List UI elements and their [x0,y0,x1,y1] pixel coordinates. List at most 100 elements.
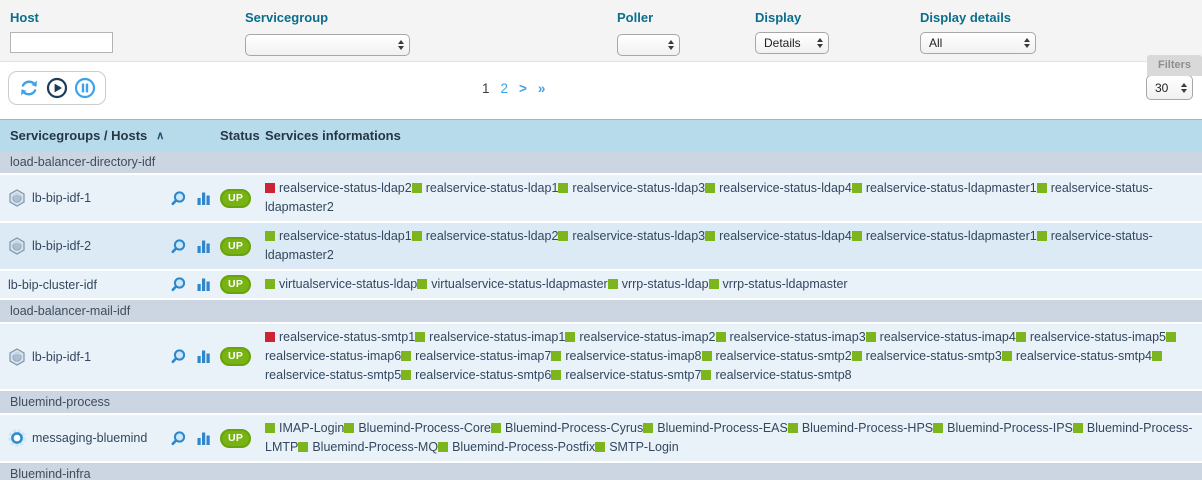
status-badge: UP [220,275,251,294]
service-status-square [643,423,653,433]
service-status-square [788,423,798,433]
display-label: Display [755,10,829,25]
host-name[interactable]: lb-bip-idf-2 [32,239,91,253]
poller-select[interactable] [617,34,680,56]
servicegroup-row[interactable]: load-balancer-mail-idf [0,300,1202,324]
service-item[interactable]: realservice-status-ldap3 [558,181,705,195]
service-item[interactable]: realservice-status-imap1 [415,330,565,344]
service-status-square [852,351,862,361]
service-item[interactable]: virtualservice-status-ldapmaster [417,277,607,291]
select-arrows-icon [668,40,674,50]
service-item[interactable]: Bluemind-Process-Postfix [438,440,595,454]
host-filter: Host [10,10,113,53]
service-item[interactable]: realservice-status-imap7 [401,349,551,363]
view-graphs-button[interactable] [195,348,212,365]
service-status-square [705,183,715,193]
page-current[interactable]: 1 [482,81,490,96]
service-status-square [595,442,605,452]
poller-label: Poller [617,10,680,25]
service-item[interactable]: realservice-status-imap2 [565,330,715,344]
play-button[interactable] [46,77,68,99]
service-item[interactable]: realservice-status-ldap2 [412,229,559,243]
service-item[interactable]: realservice-status-ldap4 [705,229,852,243]
services-cell: virtualservice-status-ldapvirtualservice… [265,271,1202,298]
host-status-cell: UP [220,189,265,208]
page-link-2[interactable]: 2 [501,81,509,96]
service-item[interactable]: Bluemind-Process-IPS [933,421,1073,435]
last-page-icon[interactable]: » [538,81,546,96]
page-size-select[interactable]: 30 [1146,75,1193,100]
service-item[interactable]: realservice-status-ldap1 [265,229,412,243]
sort-ascending-icon[interactable]: ∧ [156,129,164,142]
servicegroup-select[interactable] [245,34,410,56]
service-item[interactable]: realservice-status-imap3 [716,330,866,344]
service-item[interactable]: realservice-status-smtp4 [1002,349,1152,363]
service-item[interactable]: realservice-status-smtp7 [551,368,701,382]
status-badge: UP [220,347,251,366]
service-item[interactable]: realservice-status-ldap2 [265,181,412,195]
host-input[interactable] [10,32,113,53]
view-graphs-button[interactable] [195,238,212,255]
service-item[interactable]: vrrp-status-ldapmaster [709,277,848,291]
view-details-button[interactable] [170,276,187,293]
service-status-square [551,351,561,361]
servicegroup-row[interactable]: Bluemind-infra [0,463,1202,480]
service-item[interactable]: Bluemind-Process-EAS [643,421,788,435]
display-details-select[interactable]: All [920,32,1036,54]
service-item[interactable]: IMAP-Login [265,421,344,435]
service-status-square [558,183,568,193]
service-item[interactable]: realservice-status-imap4 [866,330,1016,344]
service-item[interactable]: vrrp-status-ldap [608,277,709,291]
service-item[interactable]: Bluemind-Process-Core [344,421,491,435]
host-name[interactable]: lb-bip-cluster-idf [8,278,97,292]
hosts-column-header[interactable]: Servicegroups / Hosts [10,128,147,143]
servicegroup-row[interactable]: load-balancer-directory-idf [0,151,1202,175]
refresh-button[interactable] [18,77,40,99]
view-graphs-button[interactable] [195,190,212,207]
magnifier-icon [170,276,187,293]
display-value: Details [764,36,801,50]
toolbar: 1 2 > » 30 [0,62,1202,119]
service-status-square [1037,183,1047,193]
view-graphs-button[interactable] [195,430,212,447]
view-details-button[interactable] [170,348,187,365]
service-status-square [701,370,711,380]
service-item[interactable]: realservice-status-smtp6 [401,368,551,382]
service-item[interactable]: Bluemind-Process-MQ [298,440,438,454]
service-item[interactable]: realservice-status-imap5 [1016,330,1166,344]
service-item[interactable]: realservice-status-ldapmaster1 [852,181,1037,195]
service-item[interactable]: realservice-status-ldapmaster1 [852,229,1037,243]
host-name[interactable]: lb-bip-idf-1 [32,191,91,205]
view-details-button[interactable] [170,190,187,207]
host-name[interactable]: messaging-bluemind [32,431,147,445]
service-status-square [716,332,726,342]
service-item[interactable]: realservice-status-smtp2 [702,349,852,363]
service-status-square [401,351,411,361]
service-item[interactable]: Bluemind-Process-Cyrus [491,421,643,435]
service-item[interactable]: SMTP-Login [595,440,678,454]
display-details-filter: Display details All [920,10,1036,54]
pause-button[interactable] [74,77,96,99]
servicegroup-row[interactable]: Bluemind-process [0,391,1202,415]
display-select[interactable]: Details [755,32,829,54]
service-item[interactable]: virtualservice-status-ldap [265,277,417,291]
service-item[interactable]: realservice-status-smtp3 [852,349,1002,363]
status-column-header[interactable]: Status [220,128,265,143]
host-row: lb-bip-idf-1UPrealservice-status-ldap2re… [0,175,1202,223]
service-item[interactable]: Bluemind-Process-HPS [788,421,933,435]
view-details-button[interactable] [170,430,187,447]
service-item[interactable]: realservice-status-ldap1 [412,181,559,195]
service-item[interactable]: realservice-status-ldap4 [705,181,852,195]
barchart-icon [196,190,212,206]
host-name[interactable]: lb-bip-idf-1 [32,350,91,364]
service-item[interactable]: realservice-status-smtp8 [701,368,851,382]
service-status-square [852,231,862,241]
next-page-icon[interactable]: > [519,81,527,96]
view-graphs-button[interactable] [195,276,212,293]
service-item[interactable]: realservice-status-ldap3 [558,229,705,243]
view-details-button[interactable] [170,238,187,255]
service-item[interactable]: realservice-status-imap8 [551,349,701,363]
service-item[interactable]: realservice-status-smtp1 [265,330,415,344]
filters-button[interactable]: Filters [1147,55,1202,76]
page-size-value: 30 [1155,81,1168,95]
